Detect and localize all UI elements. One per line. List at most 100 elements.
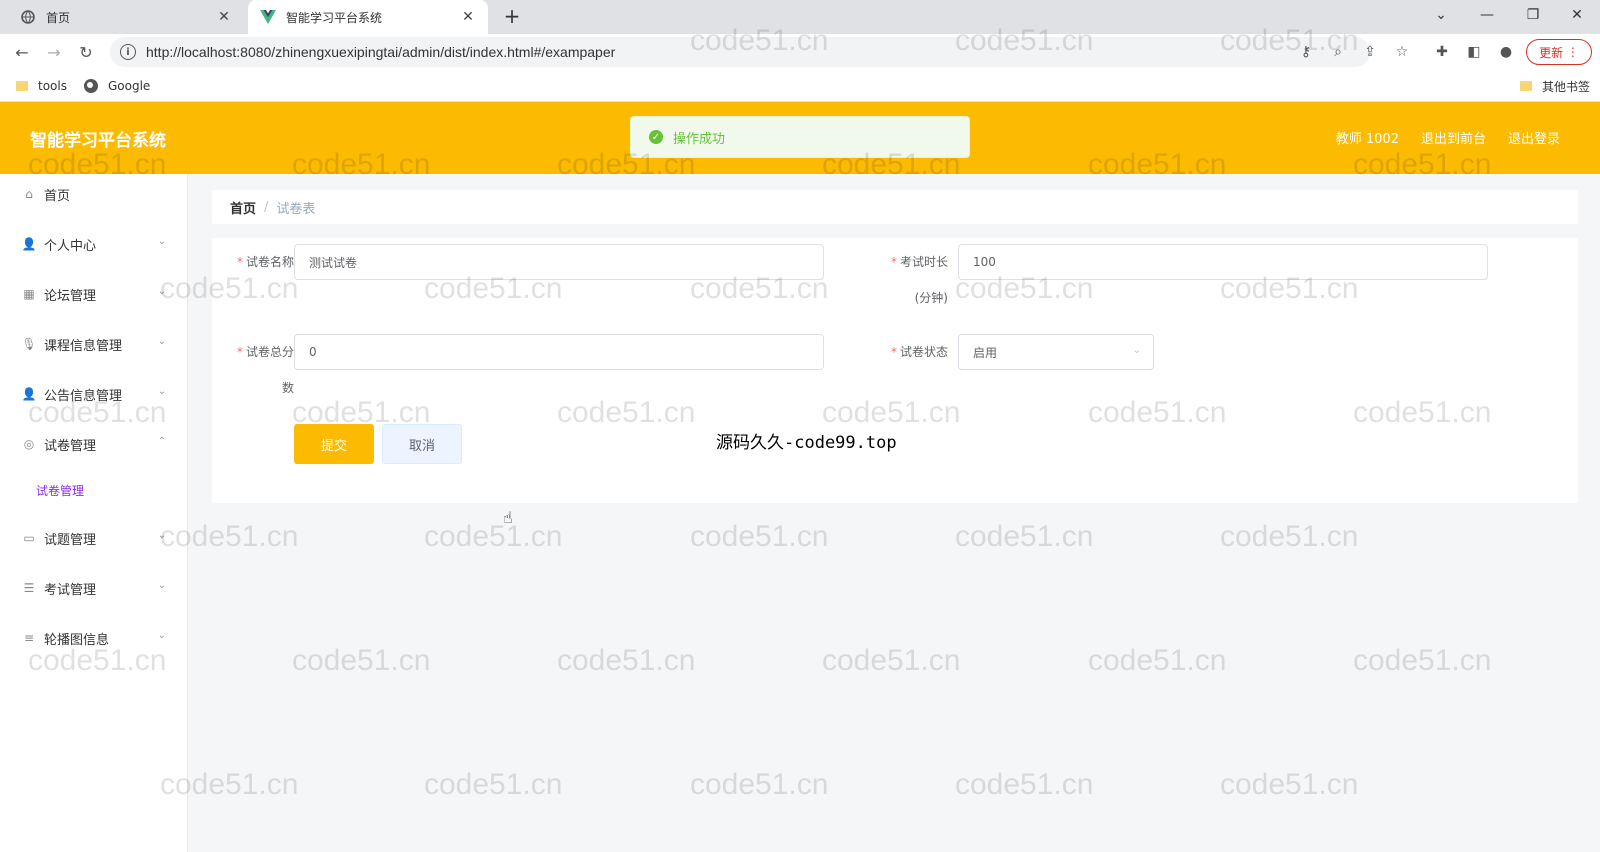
check-circle-icon: ✓ — [649, 130, 663, 144]
update-button[interactable]: 更新 ⋮ — [1526, 39, 1592, 65]
card-icon: ▭ — [23, 531, 35, 545]
sidebar-item-label: 首页 — [44, 188, 71, 204]
sidebar-item-label: 论坛管理 — [44, 288, 97, 304]
bookmark-label: 其他书签 — [1542, 79, 1591, 94]
duration-input[interactable]: 100 — [958, 244, 1488, 280]
chevron-down-icon: ⌄ — [157, 236, 166, 247]
folder-icon — [1520, 81, 1532, 91]
profile-icon[interactable]: ● — [1496, 42, 1516, 62]
browser-tab-app[interactable]: 智能学习平台系统 ✕ — [248, 0, 488, 34]
list-icon: ≡ — [23, 631, 35, 645]
sidebar-item-personal[interactable]: 👤 个人中心 ⌄ — [0, 224, 188, 264]
address-bar[interactable]: i http://localhost:8080/zhinengxuexiping… — [110, 37, 1370, 67]
globe-icon — [84, 79, 98, 93]
tiled-watermark: code51.cn — [1220, 768, 1359, 801]
forward-button[interactable]: → — [42, 40, 66, 64]
chevron-down-icon: ⌄ — [157, 630, 166, 641]
sidebar-item-home[interactable]: ⌂ 首页 — [0, 174, 188, 214]
tiled-watermark: code51.cn — [690, 520, 829, 553]
chevron-down-icon: ⌄ — [157, 286, 166, 297]
status-label: * 试卷状态 — [890, 345, 948, 359]
current-user: 教师 1002 — [1335, 132, 1399, 147]
chevron-down-icon: ⌄ — [157, 336, 166, 347]
globe-icon — [20, 9, 36, 25]
sidebar-item-notice[interactable]: 👤 公告信息管理 ⌄ — [0, 374, 188, 414]
browser-tab-home[interactable]: 首页 ✕ — [8, 0, 244, 34]
chevron-up-icon: ⌃ — [157, 436, 166, 447]
zoom-icon[interactable]: ⌕ — [1328, 42, 1348, 62]
duration-unit-label: (分钟) — [914, 291, 948, 305]
bookmark-tools[interactable]: tools — [16, 76, 67, 96]
restore-button[interactable]: ❐ — [1510, 0, 1556, 30]
close-icon[interactable]: ✕ — [460, 9, 476, 25]
url-text: http://localhost:8080/zhinengxuexipingta… — [146, 44, 616, 60]
breadcrumb-home[interactable]: 首页 — [230, 198, 256, 217]
sidebar-item-carousel[interactable]: ≡ 轮播图信息 ⌄ — [0, 618, 188, 658]
sidebar-item-label: 公告信息管理 — [44, 388, 123, 404]
tiled-watermark: code51.cn — [955, 768, 1094, 801]
duration-label: * 考试时长 — [890, 255, 948, 269]
cancel-button[interactable]: 取消 — [382, 424, 462, 464]
extensions-icon[interactable]: ✚ — [1432, 42, 1452, 62]
app-title: 智能学习平台系统 — [30, 131, 166, 151]
total-score-input[interactable]: 0 — [294, 334, 824, 370]
bookmark-google[interactable]: Google — [84, 76, 150, 96]
toast-message: 操作成功 — [673, 131, 726, 147]
header-links: 教师 1002 退出到前台 退出登录 — [1336, 128, 1560, 147]
folder-icon — [16, 81, 28, 91]
sidebar-item-forum[interactable]: ▦ 论坛管理 ⌄ — [0, 274, 188, 314]
user-icon: 👤 — [21, 387, 37, 401]
sidebar-item-label: 个人中心 — [44, 238, 97, 254]
close-icon[interactable]: ✕ — [216, 9, 232, 25]
browser-toolbar: ← → ↻ i http://localhost:8080/zhinengxue… — [0, 34, 1600, 70]
site-info-icon[interactable]: i — [120, 44, 136, 60]
user-icon: 👤 — [21, 237, 37, 251]
back-button[interactable]: ← — [10, 40, 34, 64]
success-toast: ✓ 操作成功 — [630, 116, 970, 158]
target-icon: ◎ — [23, 437, 35, 451]
to-front-link[interactable]: 退出到前台 — [1421, 128, 1486, 147]
reload-button[interactable]: ↻ — [74, 40, 98, 64]
name-input[interactable]: 测试试卷 — [294, 244, 824, 280]
star-icon[interactable]: ☆ — [1392, 42, 1412, 62]
vue-logo-icon — [260, 9, 276, 25]
sidebar-item-label: 试卷管理 — [44, 438, 97, 454]
chevron-down-icon: ⌄ — [1132, 345, 1141, 356]
new-tab-button[interactable]: + — [500, 5, 524, 29]
chevron-down-icon: ⌄ — [157, 530, 166, 541]
exampaper-form: * 试卷名称 测试试卷 * 考试时长 (分钟) 100 * 试卷总分 数 0 * 试卷状… — [212, 238, 1578, 503]
bookmark-other[interactable]: 其他书签 — [1520, 76, 1590, 96]
tiled-watermark: code51.cn — [424, 768, 563, 801]
sidebar-subitem-exampaper[interactable]: 试卷管理 — [0, 472, 188, 508]
sidebar-item-label: 课程信息管理 — [44, 338, 123, 354]
share-icon[interactable]: ⇪ — [1360, 42, 1380, 62]
minimize-button[interactable]: — — [1464, 0, 1510, 30]
breadcrumb-separator: / — [264, 199, 269, 215]
sidepanel-icon[interactable]: ◧ — [1464, 42, 1484, 62]
tiled-watermark: code51.cn — [822, 644, 961, 677]
tiled-watermark: code51.cn — [1353, 644, 1492, 677]
sidebar: ⌂ 首页 👤 个人中心 ⌄ ▦ 论坛管理 ⌄ 🎙 课程信息管理 ⌄ 👤 公告信息… — [0, 174, 188, 852]
sidebar-item-exam[interactable]: ☰ 考试管理 ⌄ — [0, 568, 188, 608]
tab-search-icon[interactable]: ⌄ — [1418, 0, 1464, 30]
tiled-watermark: code51.cn — [424, 520, 563, 553]
sidebar-item-exampaper[interactable]: ◎ 试卷管理 ⌃ — [0, 424, 188, 464]
sliders-icon: ☰ — [23, 581, 35, 595]
total-label-suffix: 数 — [281, 381, 294, 395]
watermark-text: 源码久久-code99.top — [716, 433, 897, 453]
tiled-watermark: code51.cn — [292, 644, 431, 677]
chevron-down-icon: ⌄ — [157, 580, 166, 591]
tab-title: 首页 — [46, 10, 71, 25]
sidebar-item-label: 轮播图信息 — [44, 632, 110, 648]
logout-link[interactable]: 退出登录 — [1508, 128, 1560, 147]
sidebar-item-questions[interactable]: ▭ 试题管理 ⌄ — [0, 518, 188, 558]
window-close-button[interactable]: ✕ — [1554, 0, 1600, 30]
key-icon[interactable]: ⚷ — [1296, 42, 1316, 62]
tiled-watermark: code51.cn — [557, 644, 696, 677]
chevron-down-icon: ⌄ — [157, 386, 166, 397]
submit-button[interactable]: 提交 — [294, 424, 374, 464]
status-select[interactable]: 启用 ⌄ — [958, 334, 1154, 370]
mic-icon: 🎙 — [21, 337, 37, 351]
home-icon: ⌂ — [25, 187, 33, 201]
sidebar-item-course[interactable]: 🎙 课程信息管理 ⌄ — [0, 324, 188, 364]
